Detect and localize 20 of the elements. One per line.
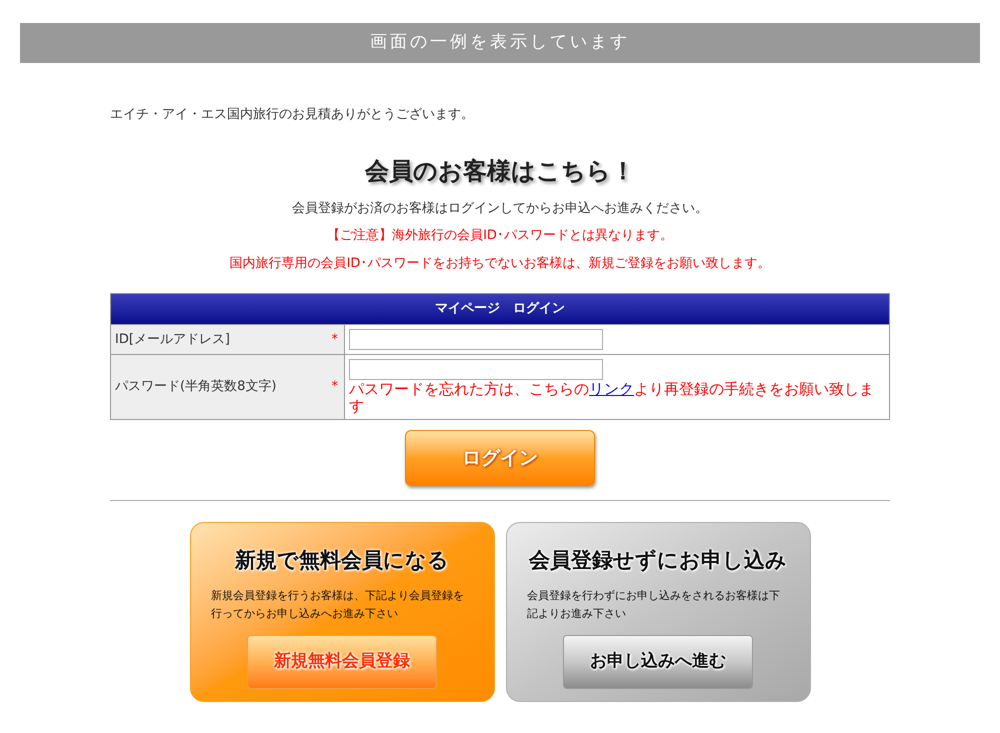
card-text: 会員登録を行わずにお申し込みをされるお客様は下記よりお進み下さい [527, 588, 781, 622]
warning-text: 国内旅行専用の会員ID･パスワードをお持ちでないお客様は、新規ご登録をお願い致します。 [230, 254, 770, 272]
password-field[interactable] [349, 359, 603, 380]
login-form-title: マイページ ログイン [111, 294, 889, 324]
card-text: 新規会員登録を行うお客様は、下記より会員登録を行ってからお申し込みへお進み下さい [211, 588, 465, 622]
proceed-button[interactable]: お申し込みへ進む [563, 634, 753, 688]
card-title: 会員登録せずにお申し込み [529, 547, 787, 574]
warning-text: 【ご注意】海外旅行の会員ID･パスワードとは異なります。 [327, 227, 673, 245]
field-label: ID[メールアドレス] [115, 330, 230, 349]
card-title: 新規で無料会員になる [235, 547, 449, 574]
field-label: パスワード(半角英数8文字) [115, 378, 276, 396]
greeting-text: エイチ・アイ・エス国内旅行のお見積ありがとうございます。 [110, 106, 475, 124]
password-note: パスワードを忘れた方は、こちらの リンク より再登録の手続きをお願い致します [349, 381, 875, 415]
id-field[interactable] [349, 329, 603, 350]
reset-link[interactable]: リンク [589, 380, 634, 398]
required-mark: * [332, 330, 338, 349]
required-mark: * [332, 378, 338, 396]
page-banner: 画面の一例を表示しています [20, 23, 980, 63]
info-text: 会員登録がお済のお客様はログインしてからお申込へお進みください。 [292, 200, 708, 218]
member-heading: 会員のお客様はこちら！ [364, 156, 636, 186]
